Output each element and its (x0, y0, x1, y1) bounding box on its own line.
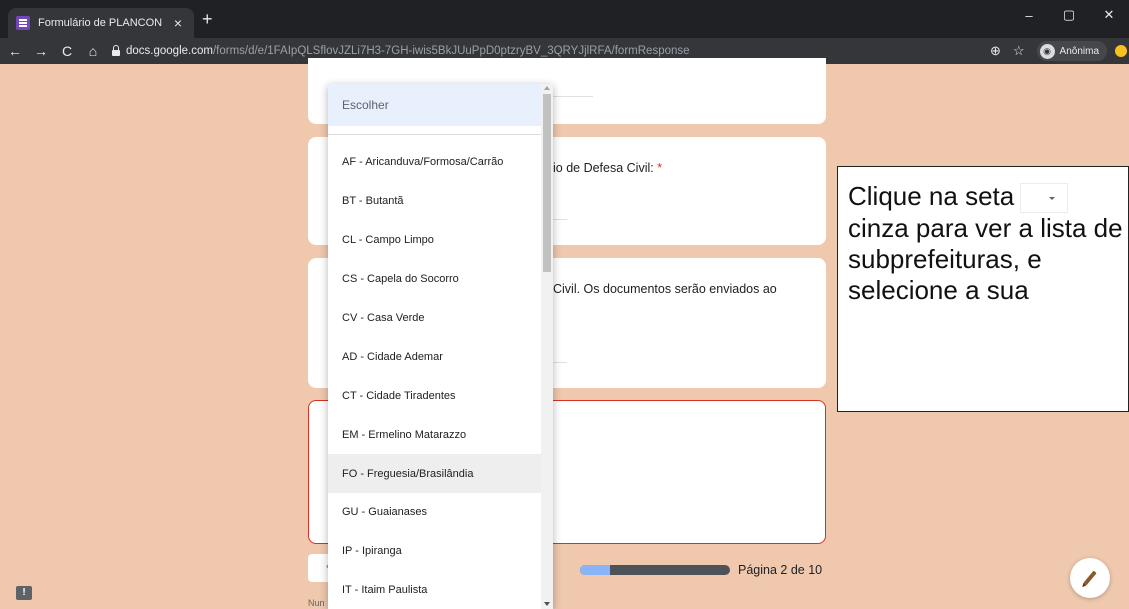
question-2-title: io de Defesa Civil: * (553, 161, 662, 175)
new-tab-button[interactable]: + (202, 9, 213, 30)
url-path: /forms/d/e/1FAIpQLSflovJZLi7H3-7GH-iwis5… (212, 45, 690, 57)
dropdown-option[interactable]: AD - Cidade Ademar (328, 337, 553, 376)
home-icon[interactable]: ⌂ (82, 43, 104, 59)
toolbar-right: ⊕ ☆ ◉ Anônima (990, 38, 1129, 64)
bookmark-star-icon[interactable]: ☆ (1013, 43, 1025, 59)
scrollbar-thumb[interactable] (543, 94, 551, 272)
profile-label: Anônima (1059, 45, 1099, 57)
instruction-callout: Clique na seta cinza para ver a lista de… (837, 166, 1129, 412)
dropdown-option[interactable]: GU - Guaianases (328, 493, 553, 532)
required-mark: * (657, 161, 663, 175)
dropdown-option[interactable]: IP - Ipiranga (328, 532, 553, 571)
page-indicator: Página 2 de 10 (738, 563, 823, 577)
dropdown-option[interactable]: AF - Aricanduva/Formosa/Carrão (328, 143, 553, 182)
subprefeitura-dropdown-list[interactable]: Escolher AF - Aricanduva/Formosa/Carrão B… (328, 84, 553, 609)
tab-title: Formulário de PLANCON (38, 17, 163, 29)
dropdown-option[interactable]: BT - Butantã (328, 182, 553, 221)
progress-bar (580, 565, 730, 575)
question-2-text: io de Defesa Civil: (553, 161, 658, 175)
answer-underline (553, 362, 567, 363)
feedback-icon[interactable]: ! (16, 586, 32, 600)
url-host: docs.google.com (126, 45, 213, 57)
dropdown-options: AF - Aricanduva/Formosa/Carrão BT - Butan… (328, 143, 553, 609)
scroll-up-arrow-icon[interactable] (544, 86, 550, 90)
callout-line-1: Clique na seta (848, 181, 1015, 211)
dropdown-option[interactable]: FO - Freguesia/Brasilândia (328, 454, 553, 494)
callout-text: Clique na seta cinza para ver a lista de… (848, 181, 1128, 306)
incognito-icon: ◉ (1039, 43, 1055, 59)
extension-icon[interactable] (1115, 45, 1127, 57)
edit-fab-button[interactable] (1070, 558, 1110, 598)
progress-bar-fill (580, 565, 610, 575)
forward-arrow-icon[interactable]: → (30, 43, 52, 59)
pencil-icon (1083, 570, 1097, 586)
browser-tab-bar: Formulário de PLANCON × + – ▢ ✕ (0, 0, 1129, 38)
lock-icon (112, 45, 120, 56)
dropdown-option[interactable]: IT - Itaim Paulista (328, 571, 553, 609)
close-window-button[interactable]: ✕ (1089, 0, 1129, 30)
tab-close-icon[interactable]: × (170, 15, 186, 31)
incognito-profile-button[interactable]: ◉ Anônima (1036, 41, 1107, 61)
dropdown-arrow-illustration (1020, 183, 1069, 214)
dropdown-divider (328, 134, 553, 135)
dropdown-placeholder-option[interactable]: Escolher (328, 84, 553, 126)
answer-underline (553, 219, 567, 220)
callout-rest: cinza para ver a lista de subprefeituras… (848, 213, 1123, 306)
dropdown-option[interactable]: EM - Ermelino Matarazzo (328, 415, 553, 454)
dropdown-option[interactable]: CV - Casa Verde (328, 299, 553, 338)
browser-tab[interactable]: Formulário de PLANCON × (8, 8, 194, 38)
back-arrow-icon[interactable]: ← (4, 43, 26, 59)
reload-icon[interactable]: C (56, 43, 78, 59)
dropdown-scrollbar[interactable] (541, 84, 553, 609)
zoom-icon[interactable]: ⊕ (990, 43, 1001, 59)
dropdown-option[interactable]: CT - Cidade Tiradentes (328, 376, 553, 415)
answer-underline (553, 96, 593, 97)
dropdown-option[interactable]: CL - Campo Limpo (328, 221, 553, 260)
window-controls: – ▢ ✕ (1009, 0, 1129, 30)
question-3-title: Civil. Os documentos serão enviados ao (553, 282, 777, 296)
minimize-button[interactable]: – (1009, 0, 1049, 30)
scroll-down-arrow-icon[interactable] (544, 602, 550, 606)
forms-icon (16, 16, 30, 30)
dropdown-option[interactable]: CS - Capela do Socorro (328, 260, 553, 299)
footer-text: Nun (308, 598, 325, 608)
maximize-button[interactable]: ▢ (1049, 0, 1089, 30)
